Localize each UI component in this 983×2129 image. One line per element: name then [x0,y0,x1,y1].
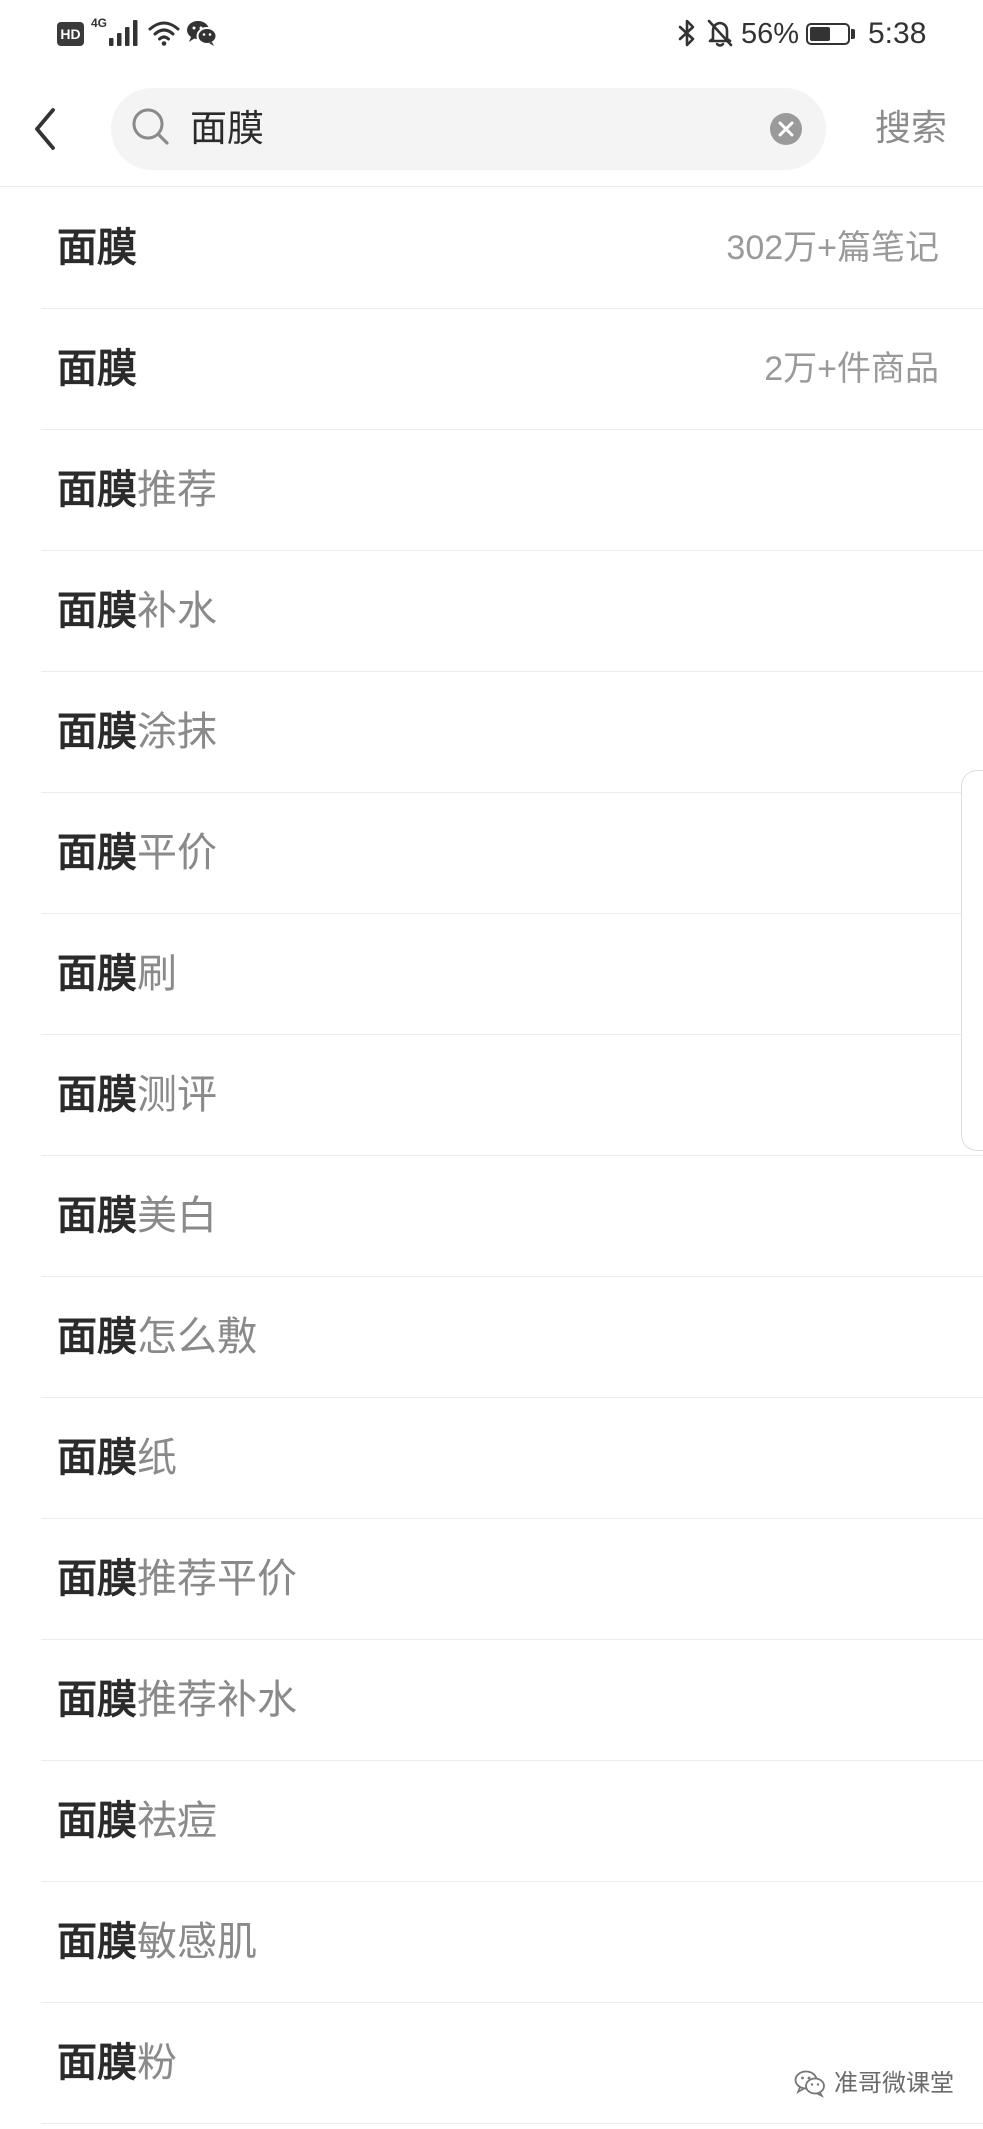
suggestion-match-text: 面膜 [57,831,137,875]
suggestion-completion-text: 敏感肌 [137,1920,257,1964]
suggestion-term: 面膜推荐 [57,466,217,514]
suggestion-term: 面膜补水 [57,587,217,635]
side-panel-edge[interactable] [961,770,983,1151]
suggestion-completion-text: 美白 [137,1194,217,1238]
suggestion-term: 面膜推荐补水 [57,1676,297,1724]
suggestion-term: 面膜 [57,345,137,393]
suggestion-match-text: 面膜 [57,1436,137,1480]
suggestion-match-text: 面膜 [57,1920,137,1964]
suggestion-match-text: 面膜 [57,589,137,633]
suggestion-term: 面膜推荐平价 [57,1555,297,1603]
battery-percent: 56% [741,18,800,50]
suggestion-term: 面膜 [57,224,137,272]
suggestion-item[interactable]: 面膜测评 [41,1035,983,1156]
suggestion-item[interactable]: 面膜怎么敷 [41,1277,983,1398]
battery-tip [851,29,855,39]
suggestion-completion-text: 纸 [137,1436,177,1480]
suggestion-match-text: 面膜 [57,347,137,391]
suggestion-item[interactable]: 面膜 302万+篇笔记 [41,188,983,309]
battery-level [810,27,831,41]
suggestion-item[interactable]: 面膜推荐 [41,430,983,551]
clock: 5:38 [868,17,927,50]
suggestion-item[interactable]: 面膜祛痘 [41,1761,983,1882]
suggestion-item[interactable]: 面膜涂抹 [41,672,983,793]
suggestion-match-text: 面膜 [57,1678,137,1722]
suggestion-term: 面膜粉 [57,2039,177,2087]
wechat-icon [794,2070,825,2098]
suggestion-item[interactable]: 面膜刷 [41,914,983,1035]
suggestion-match-text: 面膜 [57,710,137,754]
suggestion-term: 面膜怎么敷 [57,1313,257,1361]
suggestion-item[interactable]: 面膜推荐平价 [41,1519,983,1640]
network-type: 4G [91,16,108,30]
bluetooth-icon [678,19,695,47]
suggestion-completion-text: 涂抹 [137,710,217,754]
search-button[interactable]: 搜索 [875,106,947,150]
suggestion-count: 2万+件商品 [764,350,939,388]
suggestion-match-text: 面膜 [57,226,137,270]
suggestion-term: 面膜祛痘 [57,1797,217,1845]
search-input[interactable] [190,104,750,154]
suggestion-item[interactable]: 面膜 2万+件商品 [41,309,983,430]
search-icon [132,108,169,145]
signal-icon [109,20,138,46]
wifi-icon [148,21,180,46]
watermark: 准哥微课堂 [794,2068,954,2100]
suggestion-completion-text: 平价 [137,831,217,875]
suggestion-item[interactable]: 面膜粉 [41,2003,983,2124]
suggestion-item[interactable]: 面膜敏感肌 [41,1882,983,2003]
suggestion-term: 面膜测评 [57,1071,217,1119]
wechat-icon [187,21,218,46]
suggestion-match-text: 面膜 [57,1194,137,1238]
suggestion-item[interactable]: 面膜平价 [41,793,983,914]
suggestion-count: 302万+篇笔记 [726,229,939,267]
suggestion-completion-text: 粉 [137,2041,177,2085]
suggestion-item[interactable]: 面膜补水 [41,551,983,672]
suggestion-term: 面膜平价 [57,829,217,877]
watermark-text: 准哥微课堂 [834,2070,954,2097]
suggestion-item[interactable]: 面膜纸 [41,1398,983,1519]
suggestion-term: 面膜敏感肌 [57,1918,257,1966]
suggestion-match-text: 面膜 [57,952,137,996]
suggestion-match-text: 面膜 [57,468,137,512]
suggestion-completion-text: 刷 [137,952,177,996]
battery-icon [806,23,850,45]
clear-icon[interactable] [769,112,803,146]
suggestion-term: 面膜刷 [57,950,177,998]
status-bar: HD 4G 56% 5:38 [0,0,983,68]
suggestion-match-text: 面膜 [57,1315,137,1359]
suggestion-completion-text: 推荐 [137,468,217,512]
suggestion-item[interactable]: 面膜推荐补水 [41,1640,983,1761]
search-box[interactable] [111,88,826,170]
suggestion-completion-text: 推荐平价 [137,1557,297,1601]
suggestion-match-text: 面膜 [57,2041,137,2085]
suggestion-item[interactable]: 面膜美白 [41,1156,983,1277]
suggestion-term: 面膜纸 [57,1434,177,1482]
bell-off-icon [707,19,733,47]
suggestion-completion-text: 怎么敷 [137,1315,257,1359]
suggestion-completion-text: 补水 [137,589,217,633]
suggestion-completion-text: 祛痘 [137,1799,217,1843]
back-chevron-icon[interactable] [31,106,63,152]
suggestion-list: 面膜 302万+篇笔记 面膜 2万+件商品 面膜推荐 面膜补水 面膜涂抹 面膜平价 面膜刷 面膜测… [0,188,983,2124]
suggestion-match-text: 面膜 [57,1557,137,1601]
suggestion-match-text: 面膜 [57,1073,137,1117]
suggestion-term: 面膜涂抹 [57,708,217,756]
suggestion-completion-text: 测评 [137,1073,217,1117]
search-header: 搜索 [0,68,983,187]
suggestion-completion-text: 推荐补水 [137,1678,297,1722]
hd-badge: HD [57,22,84,46]
suggestion-term: 面膜美白 [57,1192,217,1240]
suggestion-match-text: 面膜 [57,1799,137,1843]
